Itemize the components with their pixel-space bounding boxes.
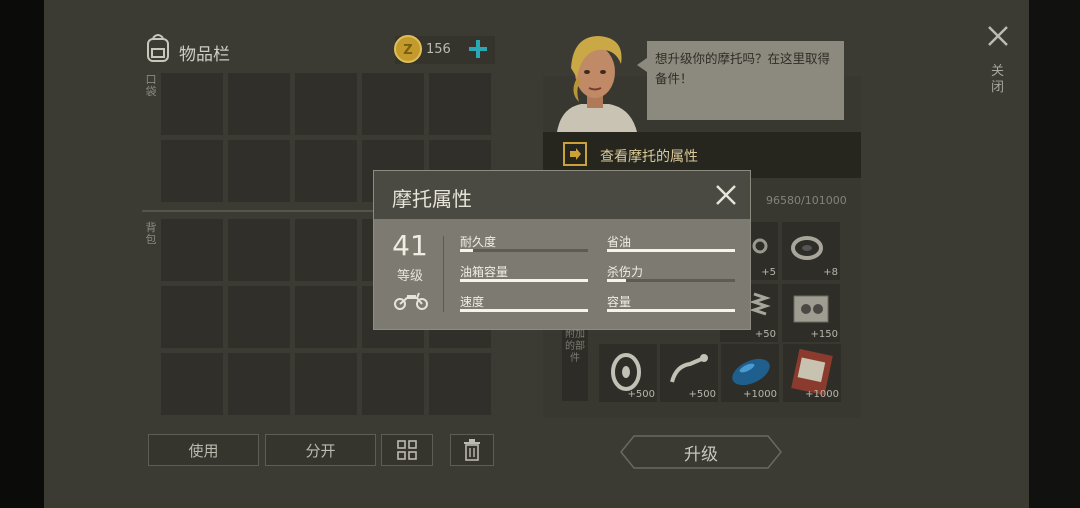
pocket-slot[interactable] <box>429 73 491 135</box>
part-item[interactable]: +500 <box>660 344 718 402</box>
stat-speed-bar <box>460 309 588 312</box>
parts-progress: 96580/101000 <box>766 194 847 207</box>
arrow-right-icon[interactable] <box>563 142 587 166</box>
modal-separator <box>443 236 444 312</box>
upgrade-button[interactable]: 升级 <box>620 435 782 469</box>
split-button[interactable]: 分开 <box>265 434 376 466</box>
backpack-slot[interactable] <box>295 219 357 281</box>
stat-capacity-bar <box>607 309 735 312</box>
npc-portrait <box>557 36 637 132</box>
backpack-slot[interactable] <box>161 353 223 415</box>
grid-icon <box>397 440 417 460</box>
stat-fuel-economy-bar <box>607 249 735 252</box>
stat-tank-capacity-label: 油箱容量 <box>460 265 509 279</box>
stat-capacity-label: 容量 <box>607 295 632 309</box>
stat-damage-bar <box>607 279 735 282</box>
svg-text:Z: Z <box>403 43 412 58</box>
backpack-slot[interactable] <box>161 286 223 348</box>
pocket-slot[interactable] <box>228 73 290 135</box>
close-label[interactable]: 关闭 <box>991 64 1005 96</box>
pocket-slot[interactable] <box>362 73 424 135</box>
level-label: 等级 <box>396 269 423 284</box>
backpack-slot[interactable] <box>161 219 223 281</box>
backpack-slot[interactable] <box>228 286 290 348</box>
part-item[interactable]: +500 <box>599 344 657 402</box>
inventory-title: 物品栏 <box>179 45 230 65</box>
close-icon[interactable] <box>986 24 1010 48</box>
backpack-slot[interactable] <box>228 353 290 415</box>
part-item[interactable]: +150 <box>782 284 840 342</box>
level-value: 41 <box>392 229 428 262</box>
pocket-label: 口袋 <box>145 73 157 98</box>
npc-speech-bubble: 想升级你的摩托吗？在这里取得备件！ <box>647 41 844 120</box>
backpack-label: 背包 <box>145 221 157 246</box>
coin-count: 156 <box>426 42 451 57</box>
part-item[interactable]: +8 <box>782 222 840 280</box>
backpack-slot[interactable] <box>228 219 290 281</box>
stat-speed-label: 速度 <box>460 295 485 309</box>
coin-icon: Z <box>394 35 422 63</box>
backpack-slot[interactable] <box>429 353 491 415</box>
pocket-slot[interactable] <box>295 73 357 135</box>
pocket-slot[interactable] <box>161 73 223 135</box>
view-properties-link[interactable]: 查看摩托的属性 <box>600 146 698 166</box>
speech-tail <box>637 58 647 72</box>
stat-durability-label: 耐久度 <box>460 235 497 249</box>
attached-parts-label: 附加的部件 <box>562 325 588 401</box>
modal-close-icon[interactable] <box>714 183 738 207</box>
trash-icon <box>464 439 480 461</box>
add-coins-plus-icon[interactable] <box>467 38 489 60</box>
modal-title: 摩托属性 <box>392 187 472 211</box>
backpack-slot[interactable] <box>295 353 357 415</box>
stat-damage-label: 杀伤力 <box>607 265 644 279</box>
pocket-slot[interactable] <box>295 140 357 202</box>
backpack-slot[interactable] <box>362 353 424 415</box>
delete-button[interactable] <box>450 434 494 466</box>
stat-tank-capacity-bar <box>460 279 588 282</box>
sort-button[interactable] <box>381 434 433 466</box>
screen-edge <box>1029 0 1080 508</box>
backpack-icon <box>147 34 169 62</box>
part-item[interactable]: +1000 <box>721 344 779 402</box>
backpack-slot[interactable] <box>295 286 357 348</box>
part-item[interactable]: +1000 <box>783 344 841 402</box>
pocket-slot[interactable] <box>161 140 223 202</box>
motorcycle-icon <box>394 292 428 310</box>
stat-durability-bar <box>460 249 588 252</box>
use-button[interactable]: 使用 <box>148 434 259 466</box>
pocket-slot[interactable] <box>228 140 290 202</box>
stat-fuel-economy-label: 省油 <box>607 235 632 249</box>
